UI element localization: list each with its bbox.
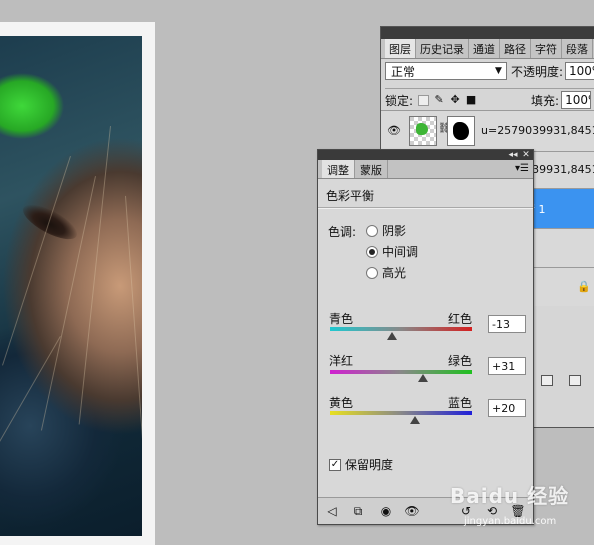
checkbox-box: ✓ bbox=[329, 458, 341, 471]
radio-label: 高光 bbox=[382, 266, 407, 280]
cyan-red-value-input[interactable]: -13 bbox=[488, 315, 526, 333]
radio-label: 中间调 bbox=[382, 245, 419, 259]
radio-shadows[interactable]: 阴影 bbox=[366, 222, 406, 239]
layer-name: u=2579039931,84512... bbox=[481, 124, 594, 137]
adjustments-titlebar[interactable]: ◂◂ ✕ bbox=[318, 150, 533, 160]
slider-left-label: 黄色 bbox=[329, 396, 354, 410]
yellow-blue-slider-track[interactable] bbox=[330, 411, 472, 415]
layer-row[interactable]: 👁 ⛓ u=2579039931,84512... bbox=[381, 110, 594, 151]
radio-circle bbox=[366, 266, 378, 279]
adjustments-panel: ◂◂ ✕ 调整 蒙版 ▾☰ 色彩平衡 色调: 阴影 中间调 高光 青色 红色 -… bbox=[317, 149, 534, 525]
preserve-luminosity-checkbox[interactable]: ✓ 保留明度 bbox=[329, 456, 393, 473]
collapse-icon[interactable]: ◂◂ bbox=[507, 150, 519, 160]
magenta-green-value: +31 bbox=[492, 360, 516, 373]
eye-icon[interactable]: 👁 bbox=[404, 504, 420, 518]
fill-label: 填充: bbox=[531, 93, 560, 108]
tab-adjustments[interactable]: 调整 bbox=[322, 160, 355, 178]
checkbox-label: 保留明度 bbox=[345, 458, 394, 472]
radio-circle-selected bbox=[366, 245, 378, 258]
fill-input[interactable]: 100% bbox=[561, 91, 592, 109]
layers-panel-titlebar[interactable] bbox=[381, 27, 594, 39]
brush-icon[interactable]: ✎ bbox=[433, 94, 445, 106]
view-previous-icon[interactable]: ◉ bbox=[378, 504, 394, 518]
layer-mask-thumbnail bbox=[447, 116, 475, 146]
back-arrow-icon[interactable]: ◁ bbox=[324, 504, 340, 518]
move-icon[interactable]: ✥ bbox=[449, 94, 461, 106]
baidu-watermark: Baidu 经验 jingyan.baidu.com bbox=[450, 480, 570, 527]
lock-icon[interactable]: ■ bbox=[465, 94, 477, 106]
yellow-blue-value: +20 bbox=[492, 402, 516, 415]
tab-masks[interactable]: 蒙版 bbox=[355, 160, 388, 178]
watermark-text: Baidu 经验 bbox=[450, 484, 570, 508]
slider-right-label: 绿色 bbox=[448, 354, 473, 368]
hair-strand bbox=[78, 126, 111, 425]
blend-mode-select[interactable]: 正常 ▼ bbox=[385, 62, 507, 80]
close-icon[interactable]: ✕ bbox=[520, 150, 532, 160]
new-group-icon[interactable] bbox=[541, 375, 553, 386]
eye-icon[interactable]: 👁 bbox=[387, 124, 401, 137]
tone-label: 色调: bbox=[328, 225, 357, 239]
radio-label: 阴影 bbox=[382, 224, 407, 238]
tab-layers[interactable]: 图层 bbox=[385, 39, 416, 58]
tab-paths[interactable]: 路径 bbox=[500, 39, 531, 58]
opacity-label: 不透明度: bbox=[510, 64, 564, 79]
opacity-input[interactable]: 100% bbox=[565, 62, 594, 80]
lock-icon: 🔒 bbox=[577, 280, 591, 293]
lock-transparency-icon[interactable] bbox=[418, 94, 430, 106]
chevron-down-icon: ▼ bbox=[495, 66, 502, 76]
tab-channels[interactable]: 通道 bbox=[469, 39, 500, 58]
layers-panel-tabs: 图层 历史记录 通道 路径 字符 段落 bbox=[381, 39, 594, 59]
adjustment-title: 色彩平衡 bbox=[326, 189, 375, 203]
radio-midtones[interactable]: 中间调 bbox=[366, 243, 418, 260]
magenta-green-slider-track[interactable] bbox=[330, 370, 472, 374]
radio-circle bbox=[366, 224, 378, 237]
leaf-shape bbox=[416, 123, 428, 135]
layer-thumbnail bbox=[409, 116, 437, 146]
cyan-red-slider-thumb[interactable] bbox=[386, 332, 397, 340]
slider-left-label: 青色 bbox=[329, 312, 354, 326]
slider-right-label: 蓝色 bbox=[448, 396, 473, 410]
hair-strand bbox=[0, 336, 61, 493]
cyan-red-slider-track[interactable] bbox=[330, 327, 472, 331]
watermark-url: jingyan.baidu.com bbox=[464, 516, 557, 527]
radio-highlights[interactable]: 高光 bbox=[366, 264, 406, 281]
photo-eye bbox=[18, 198, 82, 246]
panel-menu-icon[interactable]: ▾☰ bbox=[515, 163, 529, 174]
slider-right-label: 红色 bbox=[448, 312, 473, 326]
hair-strand bbox=[125, 195, 142, 456]
tab-paragraph[interactable]: 段落 bbox=[562, 39, 593, 58]
lock-label: 锁定: bbox=[385, 93, 414, 108]
tab-history[interactable]: 历史记录 bbox=[416, 39, 469, 58]
new-layer-icon[interactable] bbox=[569, 375, 581, 386]
magenta-green-slider-thumb[interactable] bbox=[418, 374, 428, 382]
fill-value: 100% bbox=[565, 93, 590, 107]
cyan-red-value: -13 bbox=[492, 318, 510, 331]
blend-mode-value: 正常 bbox=[391, 64, 416, 79]
tab-character[interactable]: 字符 bbox=[531, 39, 562, 58]
magenta-green-value-input[interactable]: +31 bbox=[488, 357, 526, 375]
divider bbox=[318, 207, 533, 209]
clip-to-layer-icon[interactable]: ⧉ bbox=[350, 504, 366, 518]
mask-shape bbox=[453, 122, 469, 140]
adjustments-tabs: 调整 蒙版 ▾☰ bbox=[318, 160, 533, 179]
document-photo[interactable] bbox=[0, 36, 142, 536]
yellow-blue-value-input[interactable]: +20 bbox=[488, 399, 526, 417]
slider-left-label: 洋红 bbox=[329, 354, 354, 368]
yellow-blue-slider-thumb[interactable] bbox=[410, 416, 421, 424]
opacity-value: 100% bbox=[569, 64, 594, 78]
